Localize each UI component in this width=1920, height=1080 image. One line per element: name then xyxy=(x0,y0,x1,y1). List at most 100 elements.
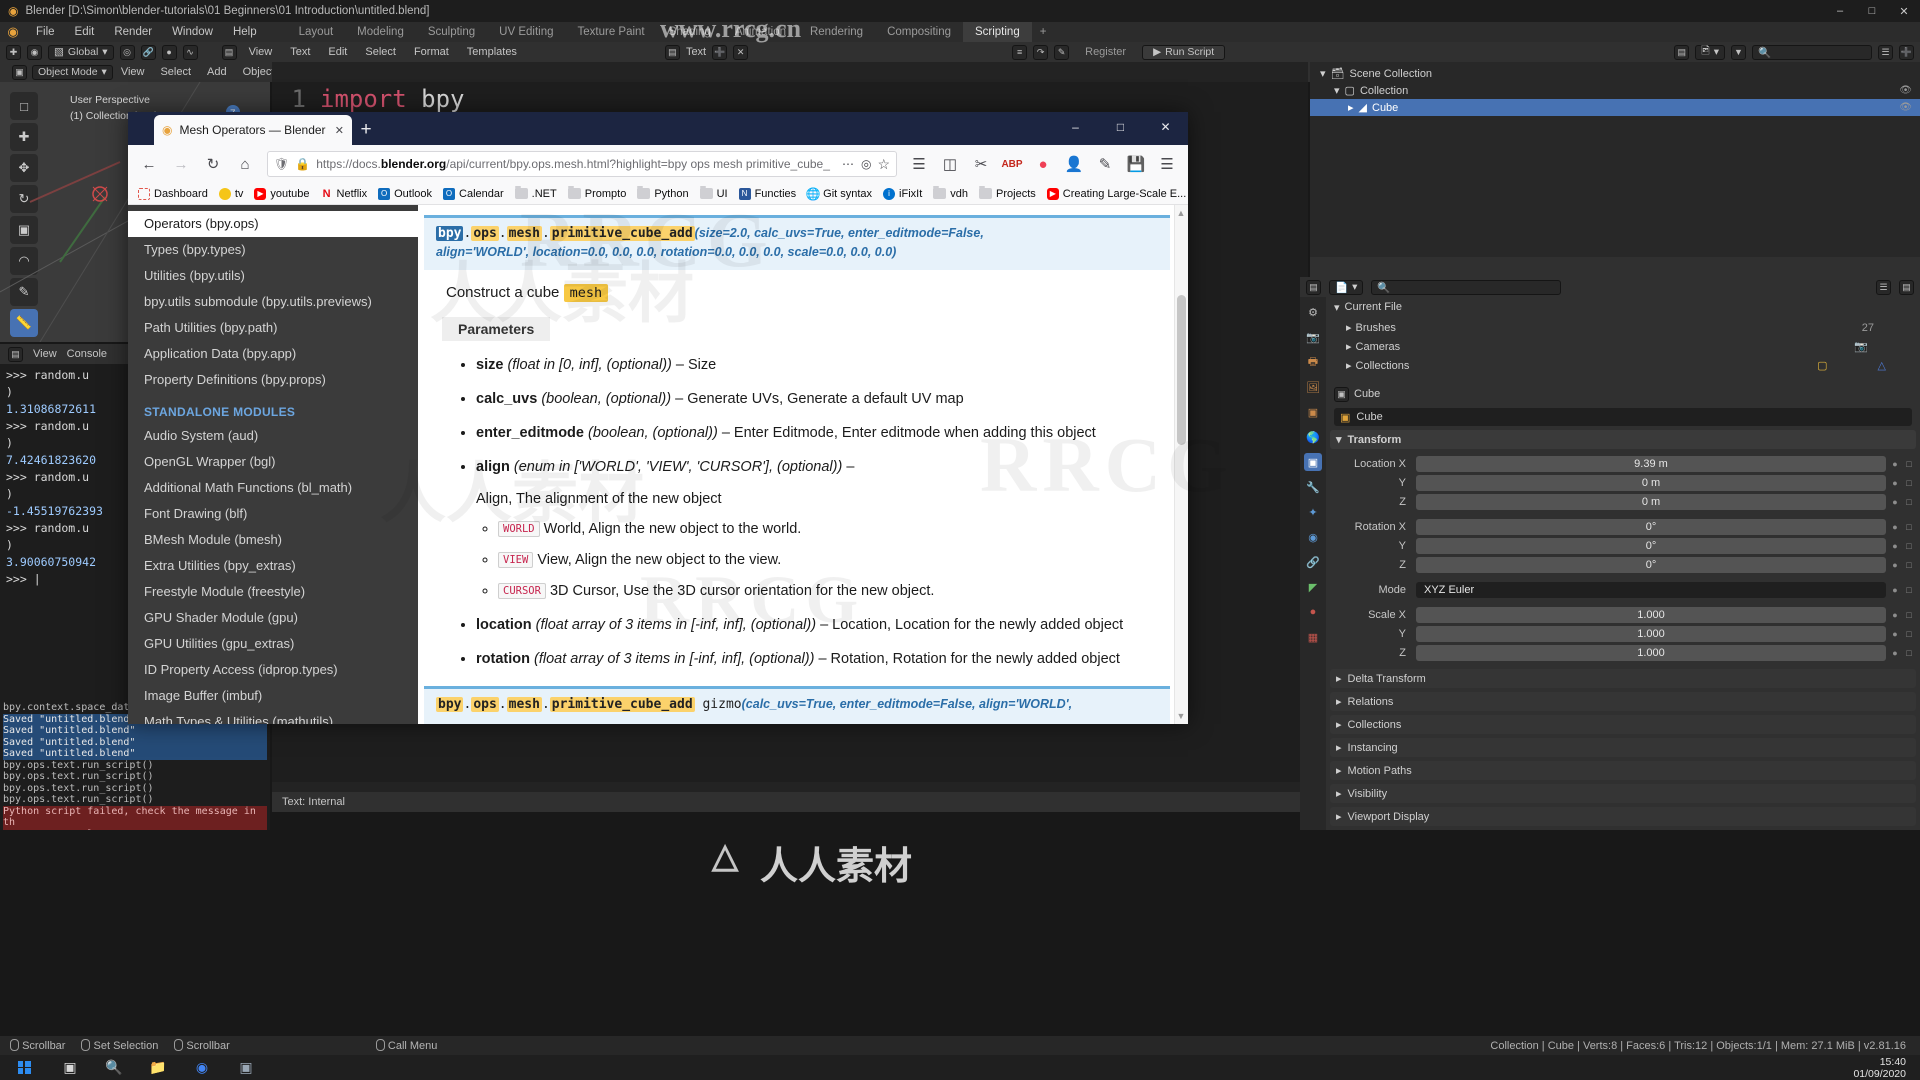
sidebar-item-gpu-utilities[interactable]: GPU Utilities (gpu_extras) xyxy=(128,631,418,657)
sidebar-icon[interactable]: ◫ xyxy=(935,149,965,179)
bookmark-git-syntax[interactable]: 🌐 Git syntax xyxy=(803,186,876,202)
disclosure-triangle-icon[interactable]: ▸ xyxy=(1336,764,1342,777)
animate-property-icon[interactable]: ● xyxy=(1890,478,1900,488)
sidebar-item-math-types-utilities[interactable]: Math Types & Utilities (mathutils) xyxy=(128,709,418,724)
panel-header-viewport-display[interactable]: ▸ Viewport Display xyxy=(1330,807,1916,826)
outliner-new-collection-icon[interactable]: ➕ xyxy=(1899,44,1914,60)
sidebar-item-application-data[interactable]: Application Data (bpy.app) xyxy=(128,341,418,367)
browser-maximize-button[interactable]: □ xyxy=(1098,112,1143,142)
tab-physics[interactable]: ◉ xyxy=(1304,528,1322,546)
syntax-highlight-icon[interactable]: ✎ xyxy=(1054,44,1070,60)
tab-view-layer[interactable]: 🖼 xyxy=(1304,378,1322,396)
snap-magnet-icon[interactable]: ◉ xyxy=(27,44,42,60)
scale-z-value[interactable]: 1.000 xyxy=(1416,644,1886,661)
visibility-eye-icon[interactable]: 👁 xyxy=(1899,102,1912,113)
abp-icon[interactable]: ABP xyxy=(997,149,1027,179)
back-button[interactable]: ← xyxy=(134,149,164,179)
sidebar-item-extra-utilities[interactable]: Extra Utilities (bpy_extras) xyxy=(128,553,418,579)
blender-taskbar-icon[interactable]: ▣ xyxy=(224,1055,268,1080)
text-menu-view[interactable]: View xyxy=(243,46,279,58)
transform-location-z-row[interactable]: Z 0 m ● □ xyxy=(1332,493,1914,510)
breadcrumb-item-brushes[interactable]: ▸ Brushes 27 xyxy=(1332,319,1914,336)
outliner-search-input[interactable]: 🔍 xyxy=(1752,44,1872,60)
text-menu-format[interactable]: Format xyxy=(408,46,455,58)
tab-object[interactable]: ▣ xyxy=(1304,453,1322,471)
bookmark-functies[interactable]: N Functies xyxy=(735,186,801,202)
menu-file[interactable]: File xyxy=(26,22,65,42)
outliner-filter-icon[interactable]: ▼ xyxy=(1731,44,1746,60)
text-unlink-icon[interactable]: ✕ xyxy=(733,44,749,60)
tab-tool[interactable]: ⚙ xyxy=(1304,303,1322,321)
lock-icon[interactable]: □ xyxy=(1904,522,1914,532)
disclosure-triangle-icon[interactable]: ▸ xyxy=(1336,718,1342,731)
text-menu-text[interactable]: Text xyxy=(284,46,316,58)
animate-property-icon[interactable]: ● xyxy=(1890,585,1900,595)
sidebar-item-bpy-utils-submodule[interactable]: bpy.utils submodule (bpy.utils.previews) xyxy=(128,289,418,315)
search-icon[interactable]: 🔍 xyxy=(92,1055,136,1080)
sidebar-item-freestyle-module[interactable]: Freestyle Module (freestyle) xyxy=(128,579,418,605)
line-numbers-icon[interactable]: ≡ xyxy=(1012,44,1028,60)
sidebar-item-audio-system[interactable]: Audio System (aud) xyxy=(128,423,418,449)
workspace-tab-animation[interactable]: Animation xyxy=(723,22,798,42)
text-datablock-icon[interactable]: ▤ xyxy=(664,44,680,60)
bookmark-ui[interactable]: UI xyxy=(696,186,732,202)
lock-icon[interactable]: □ xyxy=(1904,610,1914,620)
lock-icon[interactable]: □ xyxy=(1904,459,1914,469)
transform-scale-z-row[interactable]: Z 1.000 ● □ xyxy=(1332,644,1914,661)
bookmark-tv[interactable]: tv xyxy=(215,186,248,202)
scale-y-value[interactable]: 1.000 xyxy=(1416,625,1886,642)
rotation-mode-value[interactable]: XYZ Euler xyxy=(1416,581,1886,598)
disclosure-triangle-icon[interactable]: ▸ xyxy=(1346,340,1352,353)
bookmark-prompto[interactable]: Prompto xyxy=(564,186,631,202)
tab-scene[interactable]: ▣ xyxy=(1304,403,1322,421)
outliner-filter2-icon[interactable]: ☰ xyxy=(1878,44,1893,60)
panel-header-transform[interactable]: ▾ Transform xyxy=(1330,430,1916,449)
viewport-menu-select[interactable]: Select xyxy=(152,66,199,78)
outliner-row-collection[interactable]: ▾ ▢ Collection 👁 xyxy=(1310,82,1920,99)
blender-close-button[interactable]: ✕ xyxy=(1888,0,1920,22)
lock-icon[interactable]: □ xyxy=(1904,560,1914,570)
disclosure-triangle-icon[interactable]: ▸ xyxy=(1346,321,1352,334)
disclosure-triangle-icon[interactable]: ▾ xyxy=(1336,433,1342,446)
outliner-row-scene-collection[interactable]: ▾ 🗃 Scene Collection xyxy=(1310,65,1920,82)
animate-property-icon[interactable]: ● xyxy=(1890,497,1900,507)
forward-button[interactable]: → xyxy=(166,149,196,179)
bookmark-star-icon[interactable]: ☆ xyxy=(877,156,890,173)
outliner-editor-icon[interactable]: ▤ xyxy=(1674,44,1690,60)
screenshot-icon[interactable]: ✂ xyxy=(966,149,996,179)
outliner-editor[interactable]: ▾ 🗃 Scene Collection ▾ ▢ Collection 👁 ▸ … xyxy=(1310,62,1920,277)
text-datablock-name[interactable]: Text xyxy=(686,46,706,58)
disclosure-triangle-icon[interactable]: ▸ xyxy=(1346,359,1352,372)
disclosure-triangle-icon[interactable]: ▸ xyxy=(1336,741,1342,754)
animate-property-icon[interactable]: ● xyxy=(1890,610,1900,620)
outliner-row-cube[interactable]: ▸ ◢ Cube 👁 xyxy=(1310,99,1920,116)
sidebar-item-operators[interactable]: Operators (bpy.ops) xyxy=(128,211,418,237)
workspace-tab-sculpting[interactable]: Sculpting xyxy=(416,22,487,42)
text-menu-templates[interactable]: Templates xyxy=(461,46,523,58)
animate-property-icon[interactable]: ● xyxy=(1890,541,1900,551)
close-icon[interactable]: ✕ xyxy=(335,124,344,137)
file-explorer-icon[interactable]: 📁 xyxy=(136,1055,180,1080)
location-z-value[interactable]: 0 m xyxy=(1416,493,1886,510)
animate-property-icon[interactable]: ● xyxy=(1890,522,1900,532)
rotation-y-value[interactable]: 0° xyxy=(1416,537,1886,554)
reload-button[interactable]: ↻ xyxy=(198,149,228,179)
sidebar-item-font-drawing[interactable]: Font Drawing (blf) xyxy=(128,501,418,527)
sidebar-item-additional-math-functions[interactable]: Additional Math Functions (bl_math) xyxy=(128,475,418,501)
breadcrumb-item-collections[interactable]: ▸ Collections ▢ △ xyxy=(1332,357,1914,374)
viewport-menu-add[interactable]: Add xyxy=(199,66,235,78)
scroll-up-arrow-icon[interactable]: ▲ xyxy=(1176,208,1186,218)
panel-header-delta-transform[interactable]: ▸ Delta Transform xyxy=(1330,669,1916,688)
browser-minimize-button[interactable]: – xyxy=(1053,112,1098,142)
blender-maximize-button[interactable]: □ xyxy=(1856,0,1888,22)
object-mode-dropdown[interactable]: Object Mode ▾ xyxy=(32,64,113,80)
workspace-tab-compositing[interactable]: Compositing xyxy=(875,22,963,42)
properties-filter-icon[interactable]: ☰ xyxy=(1876,279,1891,295)
page-scrollbar[interactable]: ▲ ▼ xyxy=(1174,205,1188,724)
bookmark-vdh[interactable]: vdh xyxy=(929,186,972,202)
menu-window[interactable]: Window xyxy=(162,22,223,42)
home-button[interactable]: ⌂ xyxy=(230,149,260,179)
animate-property-icon[interactable]: ● xyxy=(1890,459,1900,469)
proportional-edit-icon[interactable]: ● xyxy=(161,44,177,60)
workspace-add-button[interactable]: + xyxy=(1032,26,1055,38)
